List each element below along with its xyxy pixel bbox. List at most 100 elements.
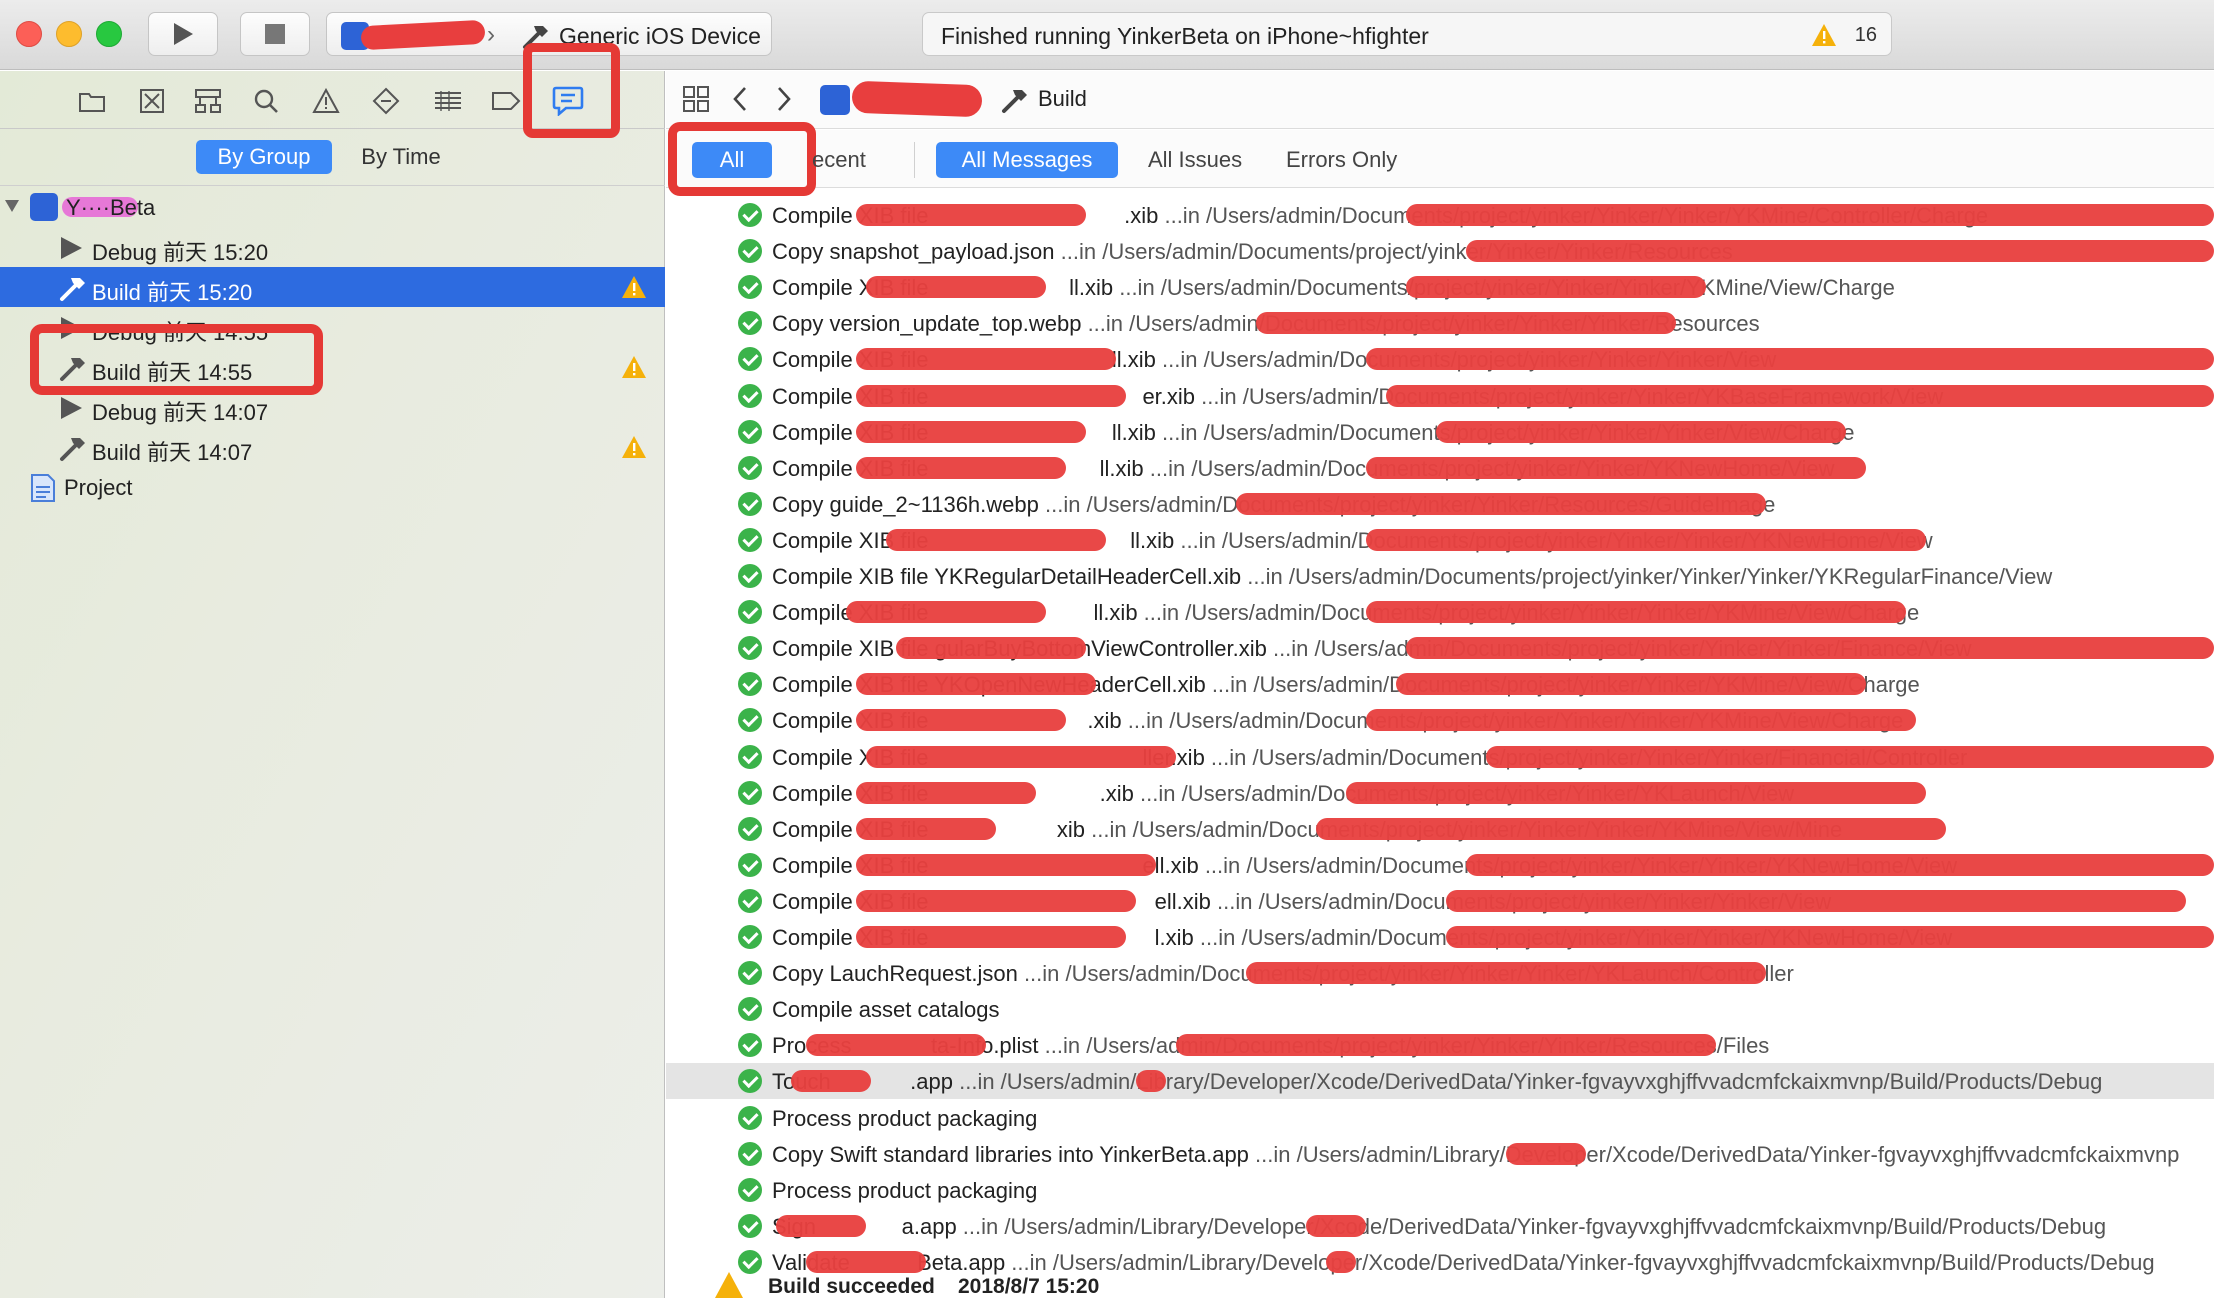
- success-check-icon: [738, 239, 762, 263]
- navigator-panel: By Group By Time Y····Beta Debug 前天 15:2…: [0, 43, 665, 1298]
- app-icon[interactable]: [820, 85, 850, 115]
- breakpoint-navigator-tab[interactable]: [490, 85, 522, 117]
- redaction-mark: [886, 529, 1106, 551]
- log-filter-bar: All ecent All Messages All Issues Errors…: [666, 122, 2214, 196]
- log-row[interactable]: Compile XIB file xib ...in /Users/admin/…: [666, 811, 2214, 847]
- warning-icon: [715, 1272, 743, 1298]
- redaction-mark: [856, 890, 1136, 912]
- success-check-icon: [738, 347, 762, 371]
- log-row[interactable]: Compile XIB file ll.xib ...in /Users/adm…: [666, 414, 2214, 450]
- log-row[interactable]: Compile XIB file ll.xib ...in /Users/adm…: [666, 522, 2214, 558]
- play-icon: [61, 237, 82, 259]
- hammer-icon: [60, 278, 85, 301]
- log-row-title: Compile XIB file: [772, 564, 929, 589]
- redaction-mark: [856, 818, 996, 840]
- log-row[interactable]: Process ta-Info.plist ...in /Users/admin…: [666, 1027, 2214, 1063]
- minimize-window-button[interactable]: [56, 21, 82, 47]
- divider: [914, 142, 915, 178]
- errors-only-button[interactable]: Errors Only: [1286, 147, 1397, 173]
- activity-view[interactable]: Finished running YinkerBeta on iPhone~hf…: [922, 12, 1892, 56]
- report-row-debug-1520[interactable]: Debug 前天 15:20: [0, 227, 665, 267]
- log-row[interactable]: Compile XIB file gularBuyBottomViewContr…: [666, 630, 2214, 666]
- redaction-mark: [1366, 709, 1916, 731]
- log-row[interactable]: Compile XIB file .xib ...in /Users/admin…: [666, 197, 2214, 233]
- forward-arrow-icon[interactable]: [774, 85, 794, 113]
- log-row-path: ...in /Users/admin/Library/Developer/Xco…: [956, 1214, 2107, 1239]
- log-row-title: Copy LauchRequest.json: [772, 961, 1018, 986]
- source-control-tab[interactable]: [136, 85, 168, 117]
- scheme-root-label: Y····Beta: [66, 195, 156, 220]
- annotation-highlight-box: [30, 324, 323, 395]
- redaction-mark: [1366, 457, 1866, 479]
- back-arrow-icon[interactable]: [730, 85, 750, 113]
- report-row-build-1520[interactable]: Build 前天 15:20: [0, 267, 665, 307]
- test-navigator-tab[interactable]: [370, 85, 402, 117]
- by-time-button[interactable]: By Time: [346, 140, 456, 174]
- log-row[interactable]: Copy guide_2~1136h.webp ...in /Users/adm…: [666, 486, 2214, 522]
- log-row[interactable]: Compile XIB file ll.xib ...in /Users/adm…: [666, 341, 2214, 377]
- log-row[interactable]: Compile asset catalogs: [666, 991, 2214, 1027]
- redaction-mark: [1406, 637, 2214, 659]
- warning-icon: [622, 436, 646, 458]
- close-window-button[interactable]: [16, 21, 42, 47]
- log-row[interactable]: Compile XIB file ller.xib ...in /Users/a…: [666, 739, 2214, 775]
- log-row[interactable]: Process product packaging: [666, 1100, 2214, 1136]
- redaction-mark: [856, 782, 1036, 804]
- log-row[interactable]: Copy Swift standard libraries into Yinke…: [666, 1136, 2214, 1172]
- redaction-mark: [1466, 240, 2214, 262]
- log-row[interactable]: Compile XIB file ll.xib ...in /Users/adm…: [666, 594, 2214, 630]
- project-row[interactable]: Project: [0, 467, 665, 507]
- chevron-right-icon: ›: [487, 21, 495, 48]
- redaction-mark: [1366, 529, 1926, 551]
- recent-button[interactable]: ecent: [812, 147, 866, 173]
- redaction-mark: [791, 1070, 871, 1092]
- build-log-list[interactable]: Compile XIB file .xib ...in /Users/admin…: [666, 189, 2214, 1298]
- redaction-mark: [856, 854, 1156, 876]
- app-icon: [30, 193, 58, 221]
- log-row-path: ...in /Users/admin/Library/Developer/Xco…: [1248, 1142, 2180, 1167]
- log-row[interactable]: Compile XIB file er.xib ...in /Users/adm…: [666, 378, 2214, 414]
- log-row-title: Copy version_update_top.webp: [772, 311, 1082, 336]
- all-issues-button[interactable]: All Issues: [1148, 147, 1242, 173]
- log-row[interactable]: Compile XIB file ell.xib ...in /Users/ad…: [666, 883, 2214, 919]
- report-row-build-1407[interactable]: Build 前天 14:07: [0, 427, 665, 467]
- breadcrumb-build[interactable]: Build: [1038, 86, 1087, 112]
- run-button[interactable]: [148, 12, 218, 56]
- log-row[interactable]: Compile XIB file ll.xib ...in /Users/adm…: [666, 450, 2214, 486]
- project-navigator-tab[interactable]: [76, 85, 108, 117]
- issue-navigator-tab[interactable]: [310, 85, 342, 117]
- stop-button[interactable]: [240, 12, 310, 56]
- log-row[interactable]: Process product packaging: [666, 1172, 2214, 1208]
- log-row[interactable]: Touch .app ...in /Users/admin/Library/De…: [666, 1063, 2214, 1099]
- log-row[interactable]: Compile XIB file ll.xib ...in /Users/adm…: [666, 269, 2214, 305]
- success-check-icon: [738, 1069, 762, 1093]
- log-row-path: ...in /Users/admin/Documents/project/yin…: [1241, 564, 2053, 589]
- by-group-button[interactable]: By Group: [196, 140, 332, 174]
- log-row[interactable]: Copy snapshot_payload.json ...in /Users/…: [666, 233, 2214, 269]
- find-navigator-tab[interactable]: [250, 85, 282, 117]
- log-row[interactable]: Compile XIB file .xib ...in /Users/admin…: [666, 775, 2214, 811]
- log-row[interactable]: Compile XIB file .xib ...in /Users/admin…: [666, 702, 2214, 738]
- debug-navigator-tab[interactable]: [432, 85, 464, 117]
- folder-icon: [79, 93, 105, 112]
- log-row[interactable]: Sign a.app ...in /Users/admin/Library/De…: [666, 1208, 2214, 1244]
- log-row[interactable]: Compile XIB file YKOpenNewHeaderCell.xib…: [666, 666, 2214, 702]
- all-messages-button[interactable]: All Messages: [936, 142, 1118, 178]
- redaction-mark: [851, 80, 983, 118]
- scheme-root-row[interactable]: Y····Beta: [0, 187, 665, 227]
- log-row[interactable]: Copy LauchRequest.json ...in /Users/admi…: [666, 955, 2214, 991]
- play-icon: [174, 23, 193, 45]
- source-control-icon: [140, 89, 164, 113]
- redaction-mark: [1366, 601, 1906, 623]
- success-check-icon: [738, 492, 762, 516]
- log-row[interactable]: Compile XIB file ell.xib ...in /Users/ad…: [666, 847, 2214, 883]
- disclosure-triangle-icon[interactable]: [4, 199, 20, 213]
- log-row[interactable]: Compile XIB file l.xib ...in /Users/admi…: [666, 919, 2214, 955]
- symbol-navigator-tab[interactable]: [192, 85, 224, 117]
- success-check-icon: [738, 672, 762, 696]
- redaction-mark: [866, 276, 1046, 298]
- log-row[interactable]: Compile XIB file YKRegularDetailHeaderCe…: [666, 558, 2214, 594]
- zoom-window-button[interactable]: [96, 21, 122, 47]
- log-row[interactable]: Copy version_update_top.webp ...in /User…: [666, 305, 2214, 341]
- related-items-grid-icon[interactable]: [682, 85, 710, 113]
